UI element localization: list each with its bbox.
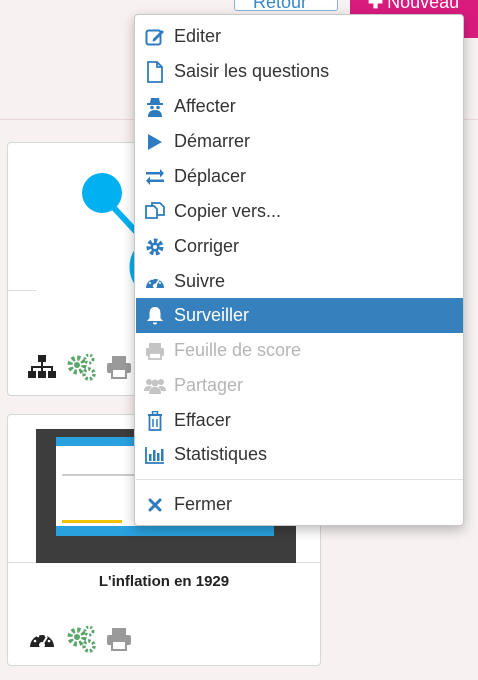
- user-secret-icon: [136, 97, 174, 117]
- menu-item-label: Feuille de score: [174, 340, 302, 360]
- gear-icon: [136, 238, 174, 256]
- trash-icon: [136, 410, 174, 431]
- copy-icon: [136, 201, 174, 222]
- bell-icon: [136, 306, 174, 326]
- retour-button[interactable]: Retour: [234, 0, 338, 11]
- gears-icon[interactable]: [66, 353, 96, 386]
- exchange-icon: [136, 168, 174, 186]
- pencil-square-icon: [136, 27, 174, 47]
- menu-divider: [136, 479, 463, 480]
- menu-item-label: Copier vers...: [174, 201, 282, 221]
- print-icon: [136, 342, 174, 360]
- menu-item-fermer[interactable]: Fermer: [136, 487, 463, 522]
- menu-item-partager: Partager: [136, 368, 463, 403]
- retour-label: Retour: [253, 0, 308, 11]
- menu-item-suivre[interactable]: Suivre: [136, 264, 463, 299]
- menu-item-demarrer[interactable]: Démarrer: [136, 124, 463, 159]
- print-icon[interactable]: [106, 355, 132, 384]
- close-icon: [136, 498, 174, 512]
- menu-item-label: Affecter: [174, 96, 236, 116]
- menu-item-deplacer[interactable]: Déplacer: [136, 159, 463, 194]
- menu-item-label: Editer: [174, 26, 222, 46]
- menu-item-corriger[interactable]: Corriger: [136, 229, 463, 264]
- menu-item-label: Suivre: [174, 271, 226, 291]
- menu-item-label: Déplacer: [174, 166, 247, 186]
- menu-item-label: Corriger: [174, 236, 240, 256]
- menu-item-effacer[interactable]: Effacer: [136, 403, 463, 438]
- menu-item-copier-vers[interactable]: Copier vers...: [136, 194, 463, 229]
- card-actions: [28, 353, 132, 386]
- menu-item-saisir-les-questions[interactable]: Saisir les questions: [136, 54, 463, 89]
- gears-icon[interactable]: [66, 625, 96, 658]
- context-menu: Editer Saisir les questions Affecter Dém…: [134, 14, 464, 526]
- dashboard-icon[interactable]: [28, 627, 56, 656]
- users-icon: [136, 377, 174, 395]
- menu-item-surveiller[interactable]: Surveiller: [136, 298, 463, 333]
- thumbnail-footer: [56, 526, 274, 536]
- menu-item-editer[interactable]: Editer: [136, 19, 463, 54]
- menu-item-label: Démarrer: [174, 131, 251, 151]
- menu-item-statistiques[interactable]: Statistiques: [136, 437, 463, 472]
- file-icon: [136, 60, 174, 83]
- menu-item-affecter[interactable]: Affecter: [136, 89, 463, 124]
- menu-item-feuille-de-score: Feuille de score: [136, 333, 463, 368]
- menu-item-label: Partager: [174, 375, 244, 395]
- print-icon[interactable]: [106, 627, 132, 656]
- menu-item-label: Surveiller: [174, 305, 250, 325]
- sitemap-icon[interactable]: [28, 354, 56, 385]
- card-title: L'inflation en 1929: [98, 573, 230, 590]
- plus-icon: ✚: [368, 0, 384, 12]
- menu-item-label: Statistiques: [174, 444, 268, 464]
- menu-item-label: Effacer: [174, 410, 231, 430]
- bar-chart-icon: [136, 446, 174, 464]
- menu-item-label: Fermer: [174, 494, 232, 514]
- dashboard-icon: [136, 273, 174, 291]
- play-icon: [136, 133, 174, 151]
- card-actions: [28, 625, 132, 658]
- menu-item-label: Saisir les questions: [174, 61, 330, 81]
- nouveau-label: Nouveau: [387, 0, 460, 12]
- thumbnail-bar: [62, 520, 122, 523]
